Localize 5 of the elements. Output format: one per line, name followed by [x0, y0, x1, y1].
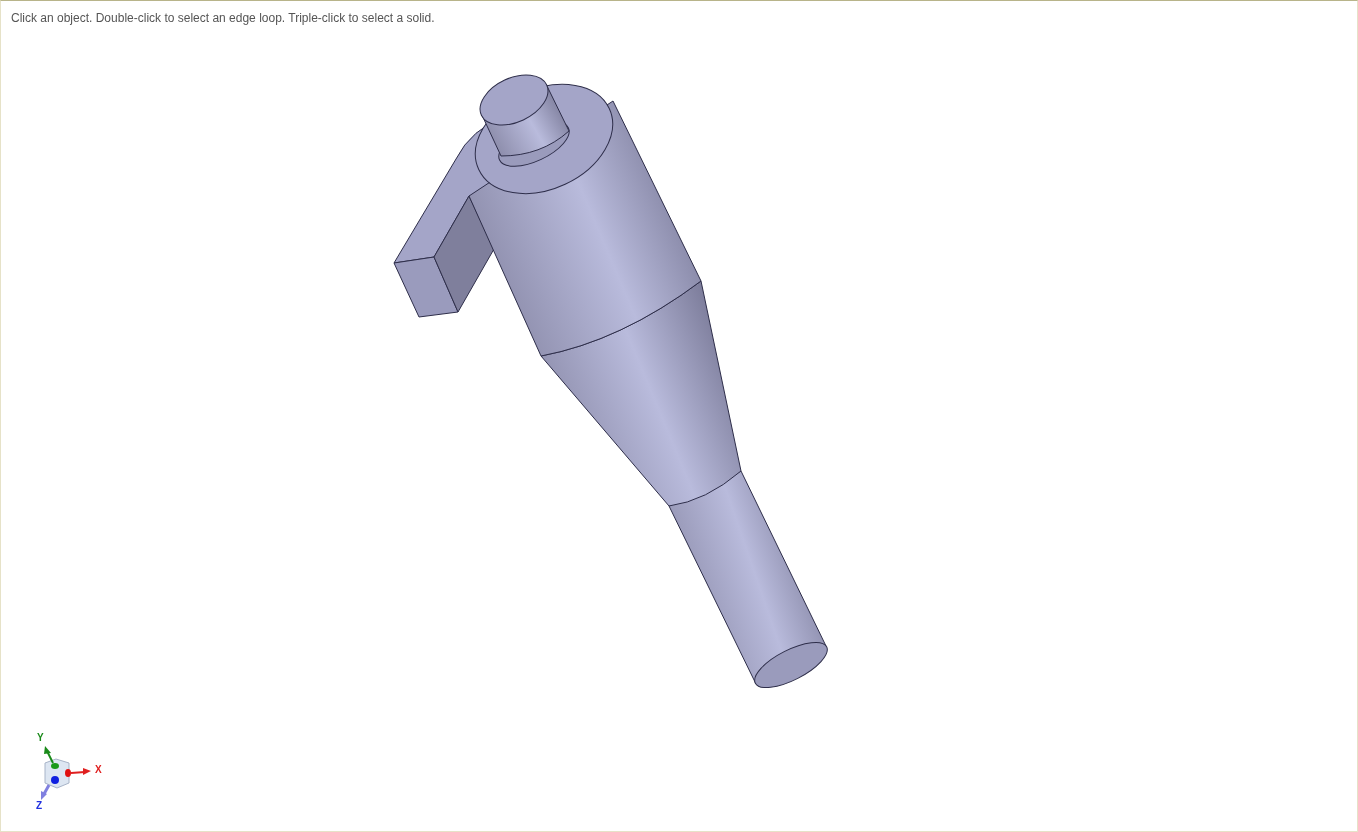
axis-label: X — [95, 765, 102, 775]
hint-text: Click an object. Double-click to select an edge loop. Triple-click to select a solid. — [11, 11, 435, 25]
axis-label: Z — [36, 801, 43, 811]
axis-label: Y — [37, 733, 44, 743]
axis-triad-icon[interactable] — [41, 746, 91, 800]
